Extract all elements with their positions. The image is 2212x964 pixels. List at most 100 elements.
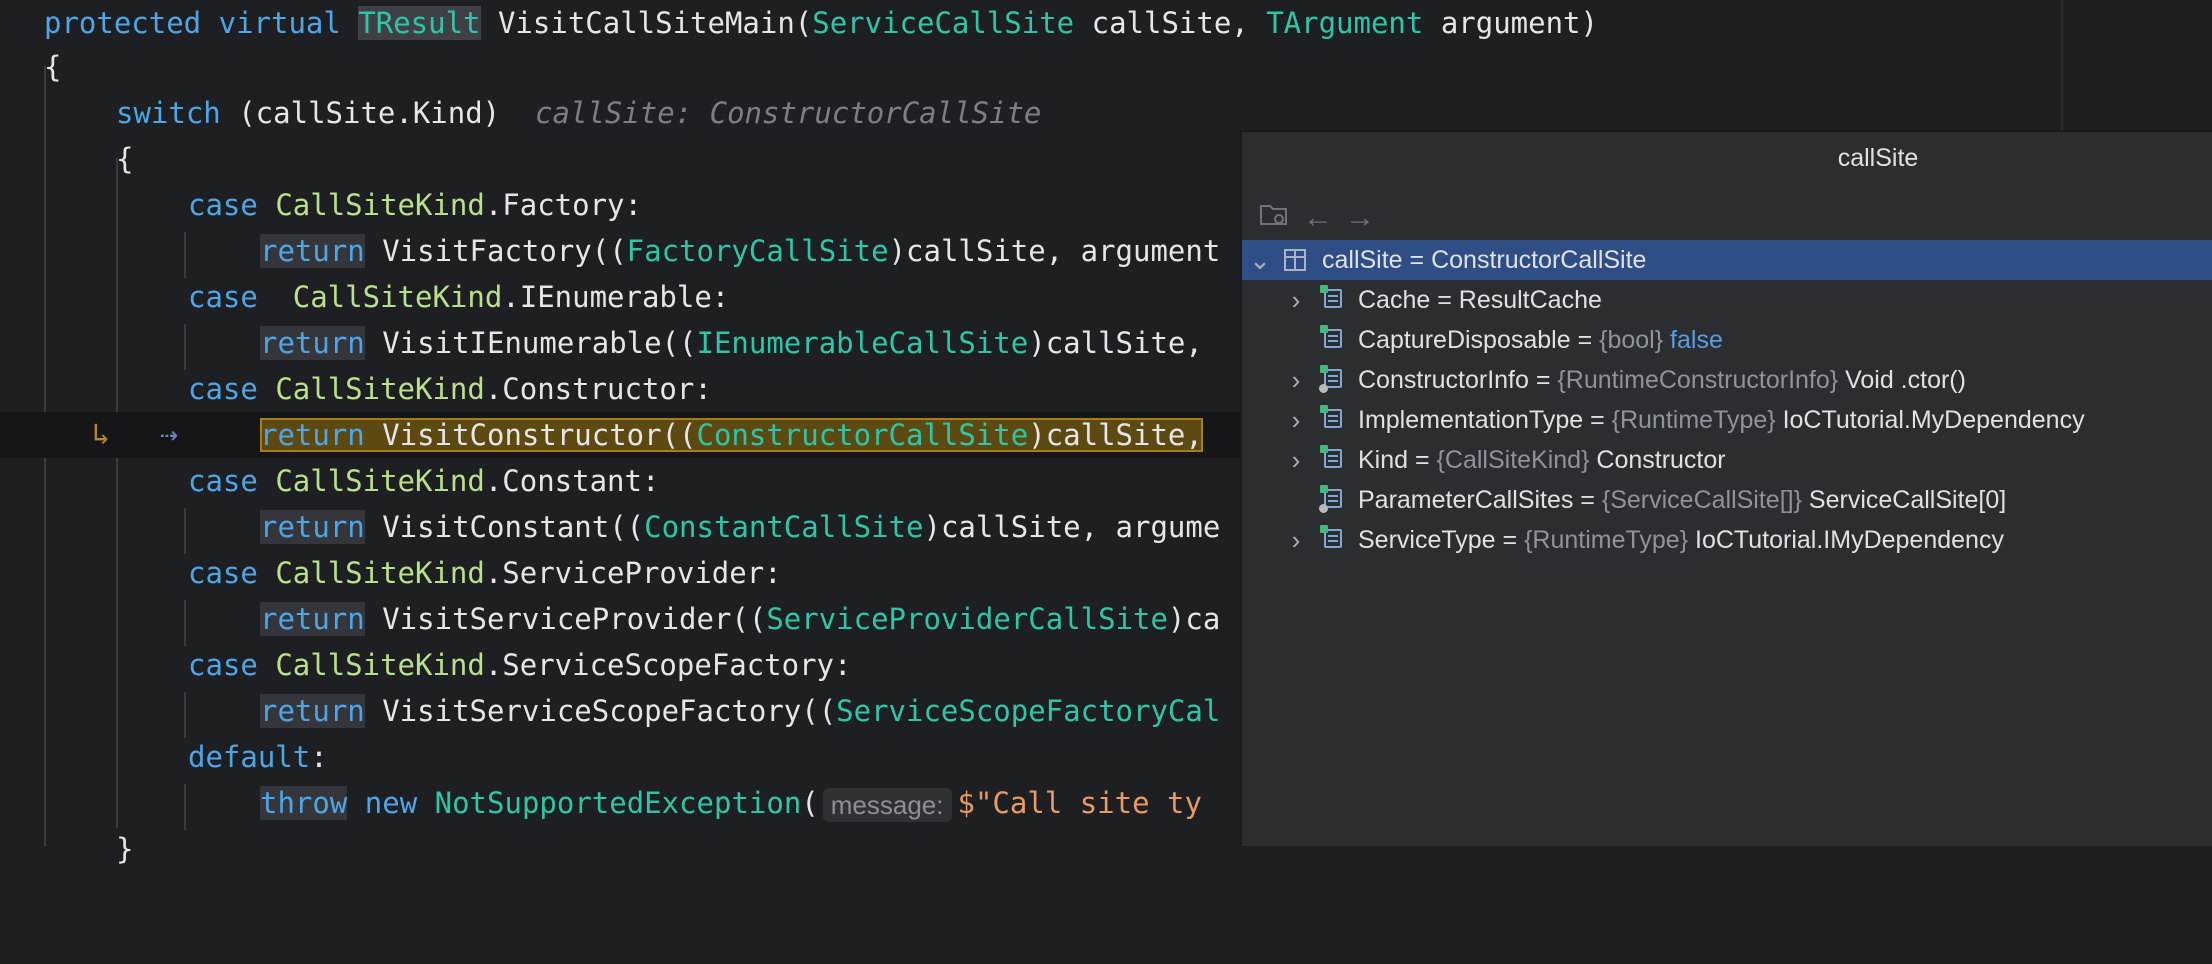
chevron-right-icon[interactable]: › (1284, 440, 1308, 480)
tree-row[interactable]: ParameterCallSites = {ServiceCallSite[]}… (1242, 480, 2212, 520)
field-icon (1320, 445, 1342, 468)
code-text: : (310, 740, 328, 774)
field-type: {ServiceCallSite[]} (1601, 486, 1802, 514)
debug-value-popup[interactable]: callSite ← → ⌄ callSite = ConstructorCal… (1240, 130, 2212, 846)
type-name: FactoryCallSite (626, 234, 889, 268)
enum-name: CallSiteKind (275, 372, 485, 406)
variable-value: ConstructorCallSite (1431, 246, 1647, 274)
field-type: {RuntimeType} (1524, 526, 1689, 554)
execution-pointer-icon[interactable]: ⇢ (160, 412, 178, 458)
field-type: {bool} (1599, 326, 1664, 354)
field-icon (1320, 405, 1342, 428)
equals-sign: = (1570, 326, 1600, 354)
type-name: TArgument (1266, 6, 1424, 40)
keyword: case (188, 280, 258, 314)
code-text: argument) (1423, 6, 1598, 40)
step-into-icon[interactable]: ↳ (92, 412, 110, 458)
code-text: (callSite.Kind) (220, 96, 501, 130)
keyword: case (188, 372, 258, 406)
arrow-right-icon[interactable]: → (1342, 200, 1378, 236)
object-icon (1284, 249, 1306, 271)
code-line[interactable]: protected virtual TResult VisitCallSiteM… (0, 0, 2212, 46)
keyword: switch (116, 96, 221, 130)
popup-title: callSite (1837, 144, 1919, 172)
code-text: } (116, 832, 134, 866)
keyword: protected (44, 6, 202, 40)
parameter-name-hint: message: (822, 788, 952, 822)
field-type: {RuntimeType} (1611, 406, 1776, 434)
field-name: CaptureDisposable (1358, 326, 1571, 354)
enum-name: CallSiteKind (275, 188, 485, 222)
keyword: case (188, 648, 258, 682)
field-value: Constructor (1596, 446, 1726, 474)
type-name: IEnumerableCallSite (696, 326, 1029, 360)
keyword: return (260, 234, 365, 268)
field-value: ResultCache (1458, 286, 1602, 314)
code-text: VisitServiceScopeFactory(( (364, 694, 837, 728)
keyword: return (260, 418, 365, 452)
code-text: )callSite, argument (888, 234, 1221, 268)
code-text: VisitConstructor(( (364, 418, 697, 452)
chevron-right-icon[interactable]: › (1284, 400, 1308, 440)
code-text: { (44, 50, 62, 84)
code-text: VisitIEnumerable(( (364, 326, 697, 360)
field-value: IoCTutorial.MyDependency (1782, 406, 2085, 434)
code-text: )callSite, argume (923, 510, 1221, 544)
field-type: {RuntimeConstructorInfo} (1557, 366, 1839, 394)
field-name: ImplementationType (1358, 406, 1584, 434)
type-name: ServiceScopeFactoryCal (836, 694, 1221, 728)
folder-icon[interactable] (1256, 200, 1292, 236)
field-name: ConstructorInfo (1358, 366, 1529, 394)
type-name: TResult (358, 6, 481, 40)
type-name: ServiceCallSite (812, 6, 1075, 40)
chevron-down-icon[interactable]: ⌄ (1248, 240, 1272, 280)
code-text: .IEnumerable: (502, 280, 730, 314)
tree-row[interactable]: › Cache = ResultCache (1242, 280, 2212, 320)
field-icon (1319, 365, 1342, 393)
keyword: virtual (218, 6, 341, 40)
string-literal: $"Call site ty (957, 786, 1202, 820)
chevron-right-icon[interactable]: › (1284, 360, 1308, 400)
type-name: ServiceProviderCallSite (766, 602, 1168, 636)
tree-row[interactable]: › ImplementationType = {RuntimeType} IoC… (1242, 400, 2212, 440)
code-text: .Factory: (484, 188, 642, 222)
equals-sign: = (1430, 286, 1459, 314)
field-type: {CallSiteKind} (1436, 446, 1590, 474)
code-text: .Constant: (484, 464, 660, 498)
type-name: NotSupportedException (434, 786, 802, 820)
equals-sign: = (1408, 446, 1437, 474)
field-value: IoCTutorial.IMyDependency (1695, 526, 2004, 554)
popup-toolbar: ← → (1242, 192, 2212, 244)
field-icon (1320, 325, 1342, 348)
tree-row[interactable]: › ConstructorInfo = {RuntimeConstructorI… (1242, 360, 2212, 400)
code-text: )ca (1167, 602, 1221, 636)
field-value: false (1670, 326, 1723, 354)
arrow-left-icon[interactable]: ← (1300, 200, 1336, 236)
chevron-right-icon[interactable]: › (1284, 520, 1308, 560)
code-text: )callSite, (1028, 326, 1203, 360)
tree-row[interactable]: › ServiceType = {RuntimeType} IoCTutoria… (1242, 520, 2212, 560)
equals-sign: = (1573, 486, 1602, 514)
code-text: VisitServiceProvider(( (364, 602, 767, 636)
code-text: )callSite, (1028, 418, 1203, 452)
keyword: default (188, 740, 311, 774)
code-line[interactable]: { (0, 44, 2212, 90)
field-name: ServiceType (1358, 526, 1496, 554)
keyword: return (260, 326, 365, 360)
keyword: case (188, 188, 258, 222)
equals-sign: = (1583, 406, 1612, 434)
equals-sign: = (1528, 366, 1558, 394)
type-name: ConstantCallSite (644, 510, 924, 544)
field-name: ParameterCallSites (1358, 486, 1574, 514)
enum-name: CallSiteKind (292, 280, 503, 314)
tree-row[interactable]: CaptureDisposable = {bool} false (1242, 320, 2212, 360)
keyword: case (188, 556, 258, 590)
code-text: .Constructor: (484, 372, 712, 406)
enum-name: CallSiteKind (275, 556, 485, 590)
code-text: VisitCallSiteMain( (480, 6, 813, 40)
chevron-right-icon[interactable]: › (1284, 280, 1308, 320)
enum-name: CallSiteKind (275, 464, 485, 498)
tree-row-root[interactable]: ⌄ callSite = ConstructorCallSite (1242, 240, 2212, 280)
field-name: Cache (1358, 286, 1431, 314)
tree-row[interactable]: › Kind = {CallSiteKind} Constructor (1242, 440, 2212, 480)
